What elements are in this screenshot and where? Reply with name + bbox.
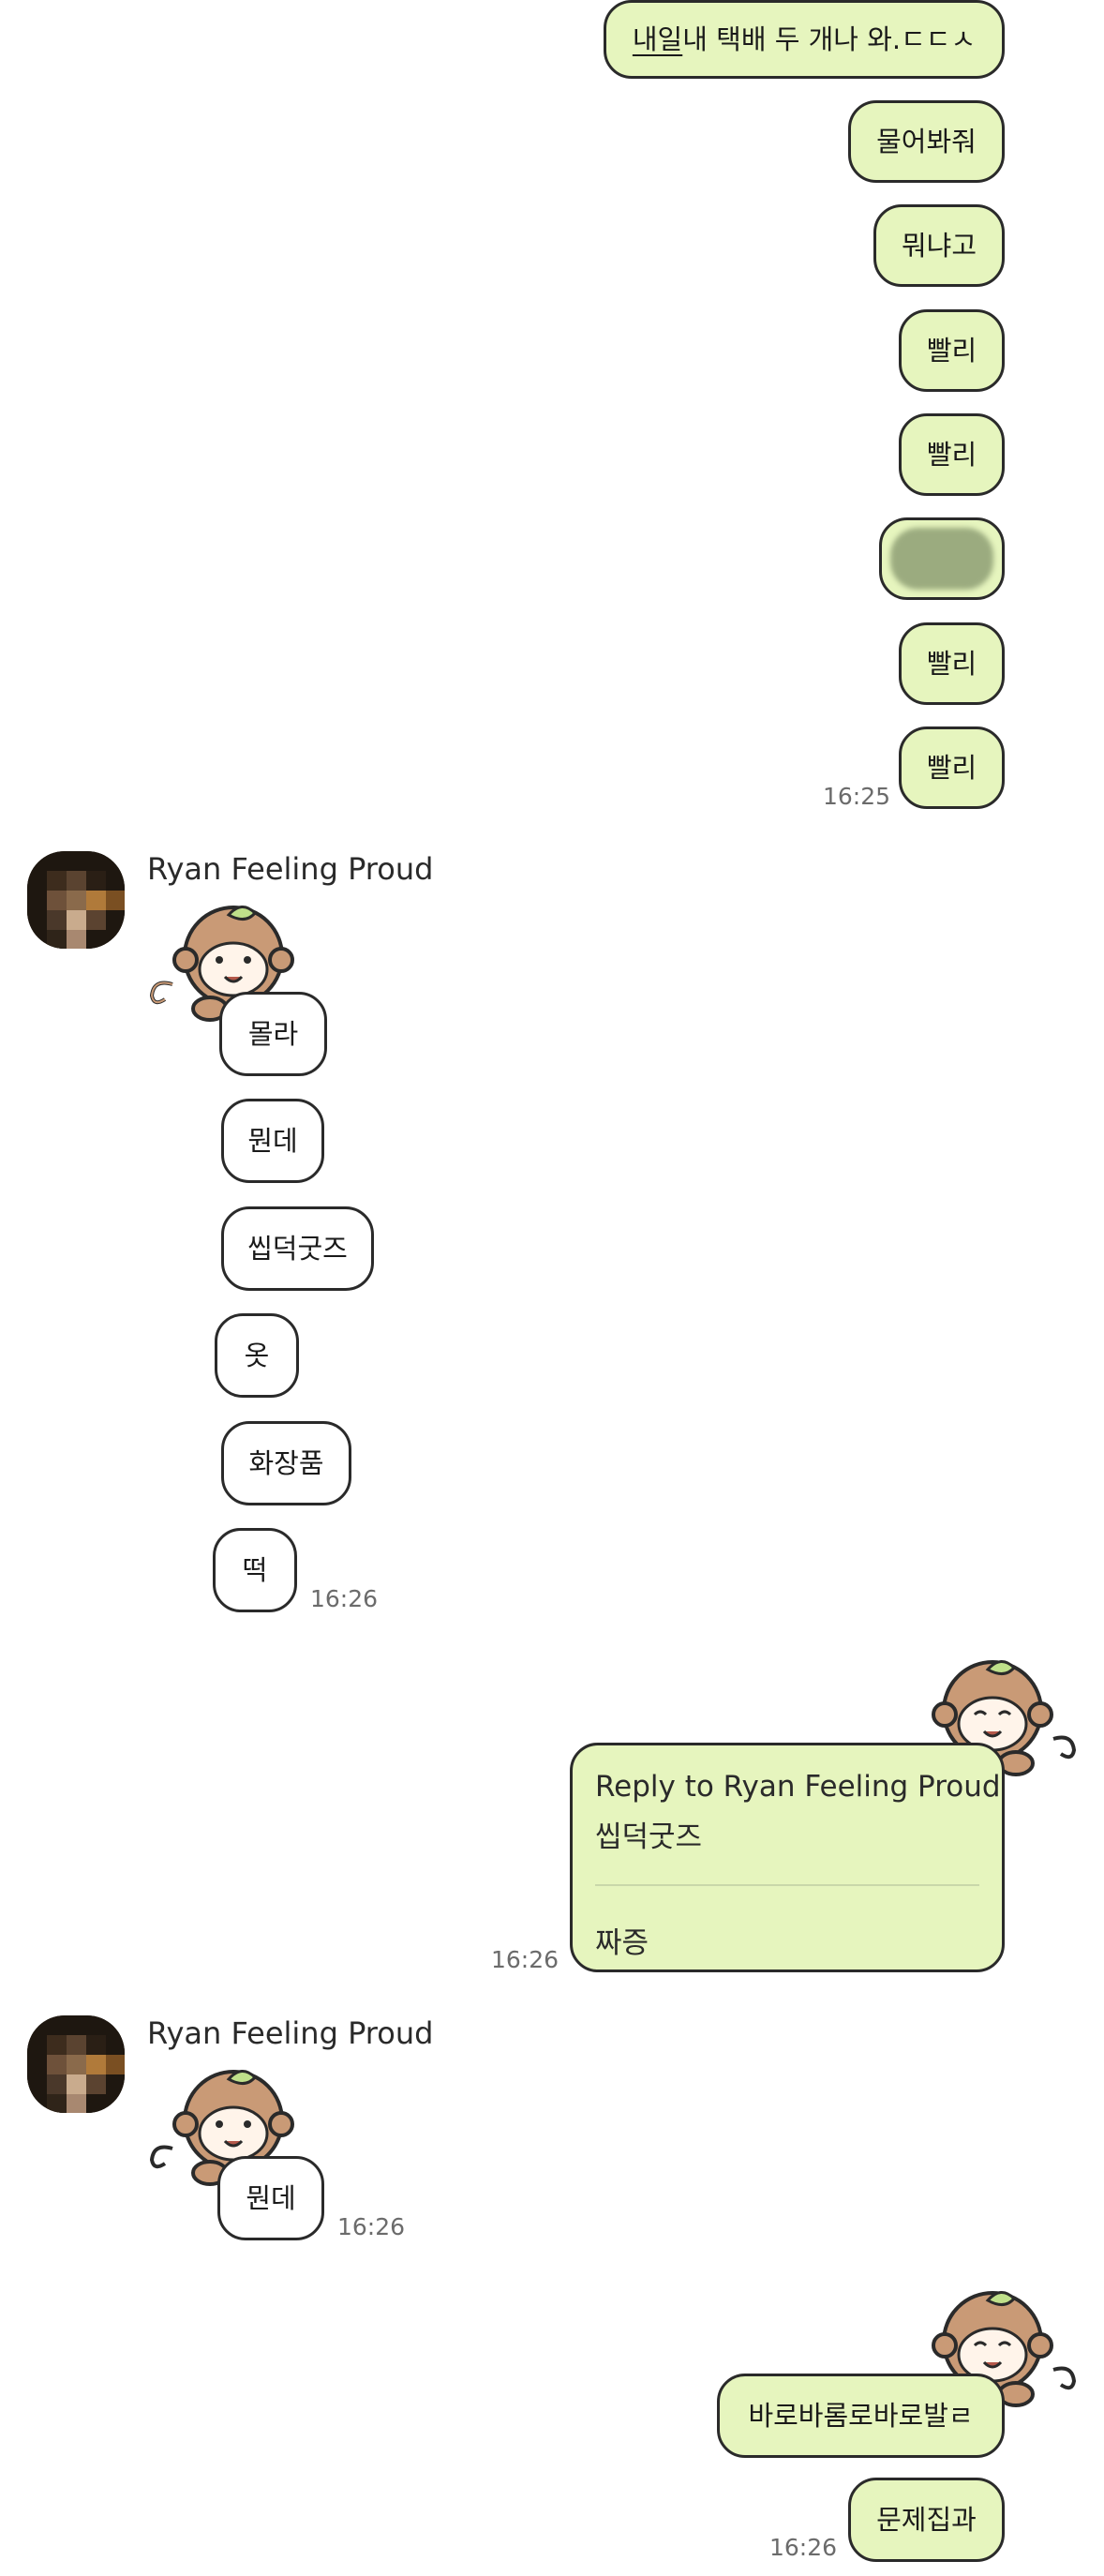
reply-divider (595, 1884, 979, 1886)
message-text: 옷 (244, 1339, 270, 1371)
message-text: 씹덕굿즈 (247, 1232, 348, 1265)
incoming-message[interactable]: 씹덕굿즈 (221, 1206, 374, 1291)
outgoing-message[interactable]: 물어봐줘 (848, 100, 1005, 183)
incoming-message[interactable]: 화장품 (221, 1421, 351, 1505)
message-timestamp: 16:26 (337, 2213, 406, 2240)
sender-avatar[interactable] (27, 851, 125, 949)
outgoing-message[interactable]: 문제집과 (848, 2478, 1005, 2562)
outgoing-message[interactable]: 내일 내 택배 두 개나 와.ㄷㄷㅅ (604, 0, 1005, 79)
message-text: 바로바롬로바로발ㄹ (748, 2399, 974, 2432)
outgoing-message[interactable]: 바로바롬로바로발ㄹ (717, 2374, 1005, 2458)
redacted-content (890, 528, 993, 590)
message-timestamp: 16:26 (769, 2534, 838, 2561)
message-text: 화장품 (248, 1446, 324, 1479)
message-text: 빨리 (926, 647, 977, 680)
outgoing-message[interactable]: 빨리 (899, 413, 1005, 496)
incoming-message[interactable]: 뭔데 (221, 1099, 324, 1183)
sender-name: Ryan Feeling Proud (147, 851, 434, 887)
message-timestamp: 16:26 (310, 1585, 379, 1612)
reply-header: Reply to Ryan Feeling Proud (595, 1770, 1001, 1804)
reply-text: 짜증 (595, 1926, 649, 1960)
outgoing-message[interactable]: 뭐냐고 (873, 204, 1005, 287)
sender-name: Ryan Feeling Proud (147, 2015, 434, 2051)
quoted-message: 씹덕굿즈 (595, 1820, 703, 1854)
message-timestamp: 16:25 (823, 783, 891, 810)
outgoing-blurred-message[interactable] (879, 517, 1005, 600)
incoming-message[interactable]: 옷 (215, 1313, 299, 1398)
incoming-message[interactable]: 뭔데 (217, 2156, 324, 2240)
message-text: 문제집과 (876, 2503, 977, 2536)
message-text: 떡 (242, 1553, 268, 1586)
message-underlined-text: 내일 (632, 22, 683, 55)
message-text: 빨리 (926, 751, 977, 784)
message-text: 뭔데 (246, 2181, 296, 2214)
sender-avatar[interactable] (27, 2015, 125, 2113)
message-text: 내 택배 두 개나 와.ㄷㄷㅅ (682, 22, 977, 55)
outgoing-message[interactable]: 빨리 (899, 726, 1005, 809)
message-text: 뭔데 (247, 1124, 298, 1157)
message-text: 빨리 (926, 334, 977, 367)
message-text: 물어봐줘 (876, 125, 977, 157)
message-text: 몰라 (247, 1017, 299, 1050)
reply-message-card[interactable]: Reply to Ryan Feeling Proud 씹덕굿즈 짜증 (570, 1743, 1005, 1972)
message-timestamp: 16:26 (491, 1946, 559, 1973)
outgoing-message[interactable]: 빨리 (899, 622, 1005, 705)
incoming-message[interactable]: 몰라 (219, 992, 327, 1076)
incoming-message[interactable]: 떡 (213, 1528, 297, 1612)
outgoing-message[interactable]: 빨리 (899, 309, 1005, 392)
message-text: 뭐냐고 (901, 229, 977, 262)
message-text: 빨리 (926, 438, 977, 471)
